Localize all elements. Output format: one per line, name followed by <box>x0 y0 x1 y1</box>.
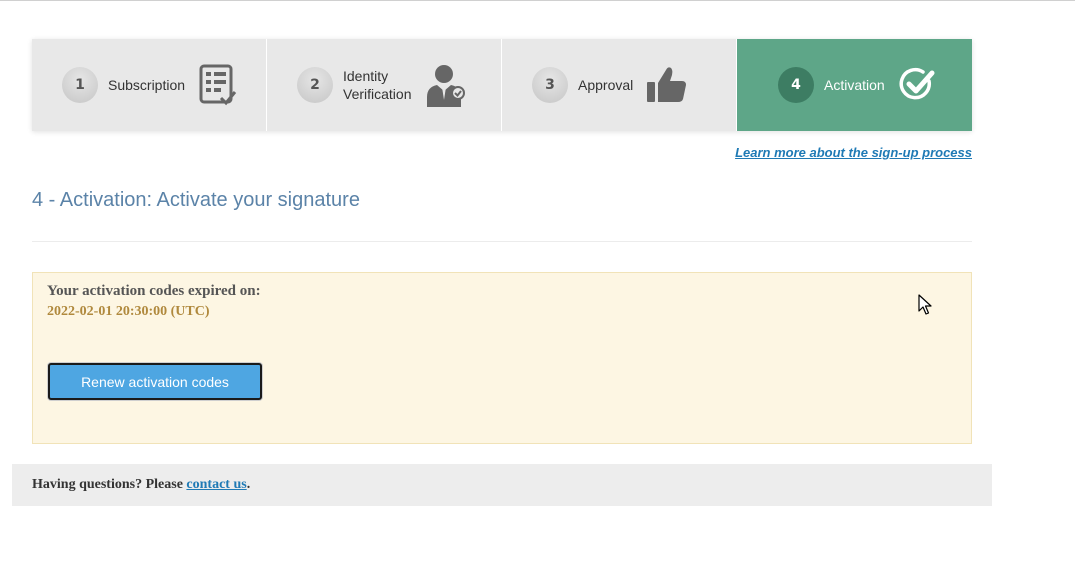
expired-date: 2022-02-01 20:30:00 (UTC) <box>47 304 210 319</box>
top-rule <box>0 0 1075 1</box>
contact-us-link[interactable]: contact us <box>186 477 246 493</box>
step-number: 4 <box>778 67 814 103</box>
step-subscription[interactable]: 1 Subscription <box>32 39 267 131</box>
mouse-cursor-icon <box>918 294 932 315</box>
footer-question-text: Having questions? Please <box>32 477 187 492</box>
page-title: 4 - Activation: Activate your signature <box>32 189 360 211</box>
help-footer: Having questions? Please contact us. <box>12 464 992 506</box>
step-number: 3 <box>532 67 568 103</box>
learn-more-link[interactable]: Learn more about the sign-up process <box>735 145 972 160</box>
expiry-notice: Your activation codes expired on: 2022-0… <box>32 272 972 444</box>
step-label-line2: Verification <box>343 86 412 102</box>
thumbs-up-icon <box>647 67 687 102</box>
step-number: 1 <box>62 67 98 103</box>
check-circle-icon <box>899 67 935 100</box>
step-identity-verification[interactable]: 2 Identity Verification <box>267 39 502 131</box>
expired-label: Your activation codes expired on: <box>47 283 261 299</box>
checklist-icon <box>199 64 237 106</box>
step-label: Activation <box>824 77 885 93</box>
renew-codes-button[interactable]: Renew activation codes <box>48 363 262 400</box>
verified-user-icon <box>427 65 466 107</box>
step-number: 2 <box>297 67 333 103</box>
step-activation[interactable]: 4 Activation <box>737 39 972 131</box>
step-label: Approval <box>578 77 634 93</box>
step-label: Subscription <box>108 77 186 93</box>
signup-stepper: 1 Subscription 2 Identity Verification 3 <box>32 39 972 131</box>
divider <box>32 241 972 242</box>
step-label-line1: Identity <box>343 68 389 84</box>
step-approval[interactable]: 3 Approval <box>502 39 737 131</box>
footer-suffix: . <box>246 477 251 492</box>
step-label: Identity Verification <box>343 67 411 103</box>
